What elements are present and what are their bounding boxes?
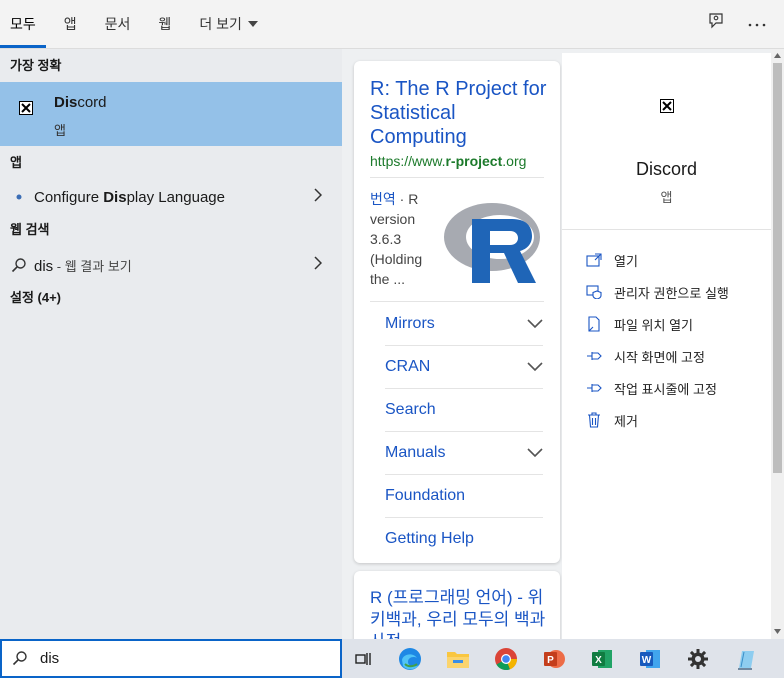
tab-apps[interactable]: 앱 (64, 0, 77, 48)
powerpoint-icon[interactable]: P (530, 639, 578, 678)
scroll-down-icon[interactable] (774, 629, 781, 634)
web-search-label: dis - 웹 결과 보기 (34, 257, 132, 275)
web-result-card: R: The R Project for Statistical Computi… (354, 61, 560, 563)
action-pin-to-start[interactable]: 시작 화면에 고정 (584, 344, 705, 368)
chevron-down-icon[interactable] (527, 319, 543, 329)
apps-heading: 앱 (10, 155, 22, 170)
chevron-down-icon[interactable] (527, 362, 543, 372)
translate-link[interactable]: 번역 (370, 191, 396, 207)
sitelink-foundation[interactable]: Foundation (385, 475, 543, 518)
chevron-right-icon[interactable] (314, 187, 323, 207)
tab-more[interactable]: 더 보기 (199, 0, 258, 48)
trash-icon (584, 412, 604, 428)
tab-web[interactable]: 웹 (158, 0, 171, 48)
task-view-icon[interactable] (342, 639, 386, 678)
web-result-snippet: 번역 · R version 3.6.3 (Holding the ... (370, 191, 423, 287)
pin-start-icon (584, 350, 604, 362)
app-item-configure-display-language[interactable]: Configure Display Language (0, 181, 342, 213)
tab-all[interactable]: 모두 (0, 0, 46, 48)
sitelink-search[interactable]: Search (385, 389, 543, 432)
action-pin-to-taskbar[interactable]: 작업 표시줄에 고정 (584, 376, 717, 400)
settings-icon[interactable] (674, 639, 722, 678)
scrollbar-thumb[interactable] (773, 63, 782, 473)
word-icon[interactable]: W (626, 639, 674, 678)
settings-heading[interactable]: 설정 (4+) (0, 285, 61, 311)
svg-text:P: P (547, 655, 554, 666)
app-item-label: Configure Display Language (34, 188, 225, 206)
more-options-icon[interactable] (748, 15, 766, 33)
discord-app-icon (19, 101, 33, 120)
sitelink-cran[interactable]: CRAN (385, 346, 543, 389)
app-detail-type: 앱 (660, 190, 673, 205)
filter-tabs: 모두 앱 문서 웹 더 보기 (0, 0, 286, 48)
action-uninstall[interactable]: 제거 (584, 408, 638, 432)
notepad-icon[interactable] (722, 639, 770, 678)
taskbar: P X W (342, 639, 784, 678)
search-filter-bar: 모두 앱 문서 웹 더 보기 (0, 0, 784, 49)
chrome-icon[interactable] (482, 639, 530, 678)
scroll-up-icon[interactable] (774, 53, 781, 58)
sitelink-mirrors[interactable]: Mirrors (385, 303, 543, 346)
svg-text:X: X (595, 655, 602, 666)
sitelink-manuals[interactable]: Manuals (385, 432, 543, 475)
chevron-right-icon[interactable] (314, 255, 323, 275)
discord-app-icon (660, 99, 674, 118)
taskbar-search-box[interactable]: dis (0, 639, 342, 678)
pin-taskbar-icon (584, 382, 604, 394)
best-match-name: Discord (54, 94, 107, 111)
preview-pane: R: The R Project for Statistical Computi… (342, 49, 784, 651)
sitelink-getting-help[interactable]: Getting Help (385, 518, 543, 560)
divider (370, 177, 544, 178)
admin-shield-icon (584, 285, 604, 299)
svg-text:W: W (642, 655, 652, 666)
chevron-down-icon[interactable] (527, 448, 543, 458)
open-icon (584, 253, 604, 267)
web-result-title[interactable]: R: The R Project for Statistical Computi… (370, 77, 550, 149)
web-search-item[interactable]: dis - 웹 결과 보기 (0, 249, 342, 281)
divider (562, 229, 771, 230)
r-logo-image (442, 189, 546, 296)
file-location-icon (584, 316, 604, 332)
chevron-down-icon (247, 21, 258, 27)
file-explorer-icon[interactable] (434, 639, 482, 678)
scrollbar[interactable] (771, 49, 784, 639)
best-match-discord[interactable]: Discord 앱 (0, 82, 342, 146)
best-match-type: 앱 (54, 123, 66, 138)
action-open[interactable]: 열기 (584, 248, 638, 272)
tab-documents[interactable]: 문서 (105, 0, 131, 48)
display-settings-icon (4, 192, 34, 202)
action-open-file-location[interactable]: 파일 위치 열기 (584, 312, 693, 336)
web-search-heading: 웹 검색 (10, 222, 50, 237)
web-result-url[interactable]: https://www.r-project.org (370, 153, 526, 169)
feedback-icon[interactable] (708, 12, 726, 35)
best-match-heading: 가장 정확 (10, 58, 62, 73)
edge-icon[interactable] (386, 639, 434, 678)
app-detail-panel: Discord 앱 열기 관리자 권한으로 실행 파일 위치 열기 시작 화면에… (562, 53, 771, 639)
search-input[interactable]: dis (40, 650, 59, 667)
divider (370, 301, 544, 302)
excel-icon[interactable]: X (578, 639, 626, 678)
app-detail-name: Discord (635, 159, 697, 179)
search-icon (12, 650, 28, 671)
action-run-as-admin[interactable]: 관리자 권한으로 실행 (584, 280, 729, 304)
search-icon (4, 257, 34, 273)
results-list: 가장 정확 Discord 앱 앱 Configure Display Lang… (0, 49, 342, 639)
